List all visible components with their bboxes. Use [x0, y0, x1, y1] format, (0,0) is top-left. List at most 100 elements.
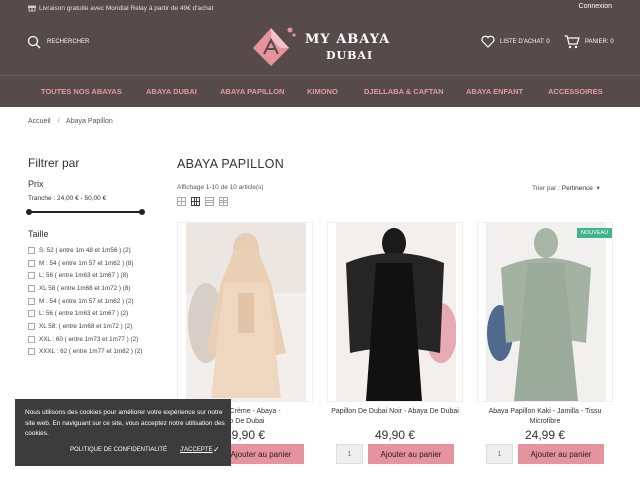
size-option[interactable]: L: 56 ( entre 1m63 et 1m67 ) (2) [28, 307, 142, 320]
product-name-line: Abaya Papillon Kaki - Jamilla - Tissu [488, 408, 602, 415]
cookie-message: Nous utilisons des cookies pour améliore… [25, 409, 225, 437]
size-option[interactable]: XL 58 ( entre 1m68 et 1m72 ) (8) [28, 282, 142, 295]
cart-icon [564, 35, 580, 49]
product-image [336, 223, 456, 401]
size-option-label: M : 54 ( entre 1m 57 et 1m62 ) (2) [39, 297, 134, 305]
add-to-cart-button[interactable]: Ajouter au panier [368, 444, 454, 464]
logo-emblem-icon [253, 27, 296, 66]
search-icon [27, 35, 41, 49]
size-option-label: XXXL : 62 ( entre 1m77 et 1m82 ) (2) [39, 348, 143, 356]
check-icon: ✓ [213, 445, 220, 454]
size-option-label: XL 58: ( entre 1m68 et 1m72 ) (2) [39, 322, 133, 330]
product-card[interactable] [327, 222, 463, 402]
nav-item-accessoires[interactable]: ACCESSOIRES [548, 87, 603, 96]
sort-dropdown[interactable]: Trier par : Pertinence ▾ [532, 184, 600, 192]
size-option-label: XL 58 ( entre 1m68 et 1m72 ) (8) [39, 284, 131, 292]
size-filter-title: Taille [28, 229, 49, 239]
main-nav: TOUTES NOS ABAYAS ABAYA DUBAI ABAYA PAPI… [0, 76, 640, 107]
product-count: Affichage 1-10 de 10 article(s) [177, 184, 264, 191]
size-option-label: XXL : 60 ( entre 1m73 et 1m77 ) (2) [39, 335, 139, 343]
login-link[interactable]: Connexion [579, 3, 612, 10]
gift-icon [28, 5, 36, 12]
size-option[interactable]: S: 52 ( entre 1m 48 et 1m56 ) (2) [28, 244, 142, 257]
wishlist-button[interactable]: LISTE D'ACHAT: 0 [481, 35, 550, 48]
site-logo[interactable]: MY ABAYA DUBAI [250, 24, 395, 66]
product-image [186, 223, 306, 401]
view-switcher [177, 197, 228, 206]
grid-4-view-icon[interactable] [205, 197, 214, 206]
size-checkbox[interactable] [28, 246, 35, 254]
size-checkbox[interactable] [28, 322, 35, 330]
size-option-label: S: 52 ( entre 1m 48 et 1m56 ) (2) [39, 246, 131, 254]
breadcrumb-home[interactable]: Accueil [28, 118, 51, 125]
size-checkbox[interactable] [28, 348, 35, 356]
size-checkbox[interactable] [28, 284, 35, 292]
price-filter-title: Prix [28, 179, 44, 189]
shipping-promo-text: Livraison gratuite avec Mondial Relay à … [39, 4, 214, 12]
accept-cookies-button[interactable]: J'ACCEPTE [180, 447, 212, 453]
product-name-line: Papillon De Dubai Noir - Abaya De Dubai [331, 408, 459, 415]
size-checkbox[interactable] [28, 310, 35, 318]
privacy-policy-link[interactable]: POLITIQUE DE CONFIDENTIALITÉ [70, 447, 167, 453]
size-filter-list: S: 52 ( entre 1m 48 et 1m56 ) (2) M : 54… [28, 244, 142, 358]
size-option-label: L: 56 ( entre 1m63 et 1m67 ) (2) [39, 310, 129, 318]
price-slider-min-handle[interactable] [26, 209, 32, 215]
size-option[interactable]: M : 54 ( entre 1m 57 et 1m62 ) (2) [28, 295, 142, 308]
cart-button[interactable]: PANIER: 0 [564, 35, 614, 49]
breadcrumb-current: Abaya Papillon [66, 118, 113, 125]
nav-item-djellaba-caftan[interactable]: DJELLABA & CAFTAN [364, 87, 444, 96]
product-card[interactable] [477, 222, 613, 402]
search-button[interactable]: RECHERCHER [27, 35, 89, 49]
new-badge: NOUVEAU [577, 228, 613, 238]
heart-icon [481, 35, 495, 48]
site-header: Livraison gratuite avec Mondial Relay à … [0, 0, 640, 107]
grid-3-view-icon[interactable] [191, 197, 200, 206]
product-name-line: Microfibre [529, 418, 561, 425]
nav-item-kimono[interactable]: KIMONO [307, 87, 338, 96]
brand-line-2: DUBAI [326, 49, 374, 62]
quantity-input[interactable]: 1 [336, 444, 363, 464]
size-option[interactable]: L: 56 ( entre 1m63 et 1m67 ) (8) [28, 269, 142, 282]
brand-line-1: MY ABAYA [305, 32, 391, 47]
search-label: RECHERCHER [47, 39, 90, 45]
size-option[interactable]: XXXL : 62 ( entre 1m77 et 1m82 ) (2) [28, 346, 142, 359]
shipping-promo: Livraison gratuite avec Mondial Relay à … [28, 4, 213, 12]
add-to-cart-button[interactable]: Ajouter au panier [518, 444, 604, 464]
price-slider[interactable] [26, 209, 145, 215]
product-image [486, 223, 606, 401]
wishlist-label: LISTE D'ACHAT: 0 [500, 38, 550, 45]
size-checkbox[interactable] [28, 335, 35, 343]
filter-title: Filtrer par [28, 156, 80, 170]
nav-item-abaya-dubai[interactable]: ABAYA DUBAI [146, 87, 197, 96]
product-price: 49,90 € [374, 428, 416, 442]
size-checkbox[interactable] [28, 297, 35, 305]
breadcrumb: Accueil / Abaya Papillon [28, 118, 113, 125]
size-option-label: M : 54 ( entre 1m 57 et 1m62 ) (8) [39, 259, 134, 267]
size-option-label: L: 56 ( entre 1m63 et 1m67 ) (8) [39, 272, 129, 280]
list-view-icon[interactable] [219, 197, 228, 206]
size-option[interactable]: XXL : 60 ( entre 1m73 et 1m77 ) (2) [28, 333, 142, 346]
size-checkbox[interactable] [28, 272, 35, 280]
size-checkbox[interactable] [28, 259, 35, 267]
product-price: 24,99 € [524, 428, 566, 442]
sort-label: Trier par : [532, 185, 560, 192]
size-option[interactable]: XL 58: ( entre 1m68 et 1m72 ) (2) [28, 320, 142, 333]
product-name[interactable]: Abaya Papillon Kaki - Jamilla - Tissu Mic… [477, 407, 613, 427]
quantity-input[interactable]: 1 [486, 444, 513, 464]
product-card[interactable] [177, 222, 313, 402]
top-bar: Livraison gratuite avec Mondial Relay à … [0, 0, 640, 16]
price-range-text: Tranche : 24,00 € - 50,00 € [28, 195, 107, 202]
breadcrumb-separator: / [57, 118, 60, 125]
size-option[interactable]: M : 54 ( entre 1m 57 et 1m62 ) (8) [28, 257, 142, 270]
grid-2-view-icon[interactable] [177, 197, 186, 206]
sort-value: Pertinence [561, 185, 593, 192]
cookie-banner: Nous utilisons des cookies pour améliore… [15, 399, 231, 466]
nav-item-abaya-enfant[interactable]: ABAYA ENFANT [466, 87, 523, 96]
nav-item-abaya-papillon[interactable]: ABAYA PAPILLON [220, 87, 284, 96]
cart-label: PANIER: 0 [585, 39, 614, 45]
product-name[interactable]: Papillon De Dubai Noir - Abaya De Dubai [327, 407, 463, 417]
caret-down-icon: ▾ [594, 185, 600, 192]
nav-item-toutes-nos-abayas[interactable]: TOUTES NOS ABAYAS [41, 87, 122, 96]
price-slider-max-handle[interactable] [139, 209, 145, 215]
page-title: ABAYA PAPILLON [177, 157, 285, 171]
